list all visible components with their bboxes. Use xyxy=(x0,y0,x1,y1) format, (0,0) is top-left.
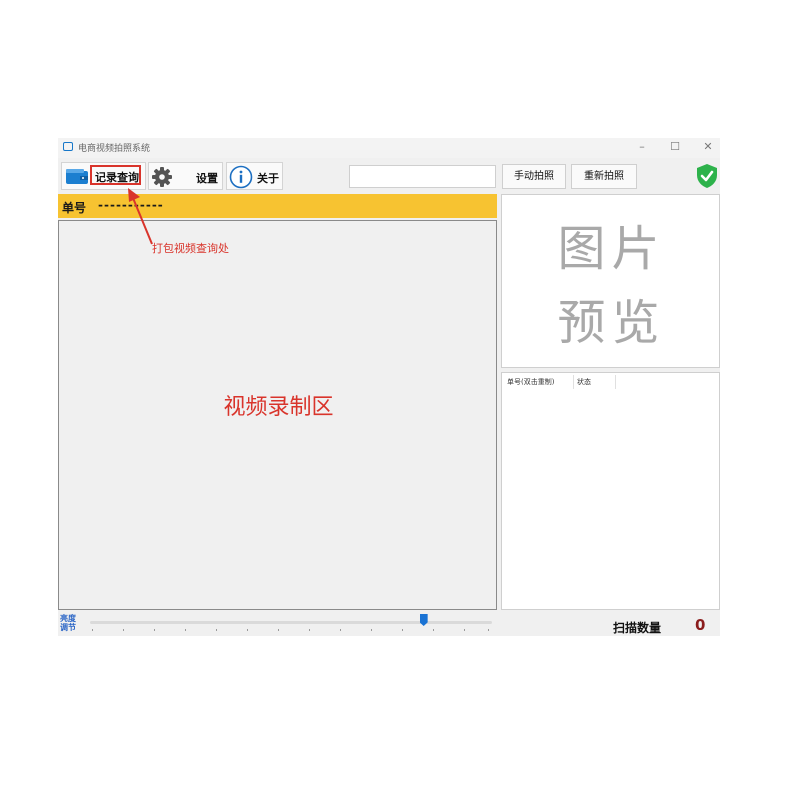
shield-check-icon xyxy=(697,164,717,188)
slider-tick xyxy=(92,629,93,631)
preview-placeholder-line1: 图片 xyxy=(557,221,666,277)
slider-tick xyxy=(464,629,465,631)
brightness-slider-track[interactable] xyxy=(90,621,492,624)
order-number-label: 单号 xyxy=(62,201,87,215)
scan-count-value: 0 xyxy=(695,616,706,634)
slider-tick xyxy=(371,629,372,631)
column-header-status[interactable]: 状态 xyxy=(574,375,616,389)
settings-button[interactable]: 设置 xyxy=(148,162,223,190)
window-title: 电商视频拍照系统 xyxy=(78,144,151,154)
annotation-arrow-icon xyxy=(128,188,153,245)
slider-tick xyxy=(433,629,434,631)
slider-tick xyxy=(123,629,124,631)
slider-tick xyxy=(278,629,279,631)
slider-tick xyxy=(216,629,217,631)
column-header-order[interactable]: 单号(双击重制) xyxy=(504,375,574,389)
slider-tick xyxy=(154,629,155,631)
slider-tick xyxy=(488,629,489,631)
about-button[interactable]: 关于 xyxy=(226,162,283,190)
video-area-label: 视频录制区 xyxy=(223,395,334,420)
slider-tick xyxy=(185,629,186,631)
minimize-button[interactable]: – xyxy=(632,139,652,155)
records-query-label: 记录查询 xyxy=(95,171,139,184)
about-label: 关于 xyxy=(257,172,279,185)
slider-tick xyxy=(309,629,310,631)
slider-tick xyxy=(340,629,341,631)
brightness-slider-thumb[interactable] xyxy=(419,614,428,626)
record-list-panel[interactable]: 单号(双击重制) 状态 xyxy=(501,372,720,610)
info-icon xyxy=(229,165,253,189)
title-bar: 电商视频拍照系统 – ☐ ✕ xyxy=(58,138,720,158)
brightness-label-line1: 亮度 xyxy=(60,614,76,623)
order-input[interactable] xyxy=(349,165,496,188)
scan-count-label: 扫描数量 xyxy=(613,621,662,635)
annotation-text: 打包视频查询处 xyxy=(152,242,229,255)
recapture-button[interactable]: 重新拍照 xyxy=(571,164,637,189)
close-button[interactable]: ✕ xyxy=(698,139,718,155)
app-logo-icon xyxy=(63,142,73,151)
gear-icon xyxy=(152,167,172,187)
manual-capture-button[interactable]: 手动拍照 xyxy=(502,164,566,189)
brightness-label: 亮度 调节 xyxy=(60,614,76,632)
status-bar: 亮度 调节 扫描数量 0 xyxy=(58,612,720,636)
preview-placeholder-line2: 预览 xyxy=(557,295,666,351)
brightness-label-line2: 调节 xyxy=(60,623,76,632)
slider-tick xyxy=(247,629,248,631)
image-preview-panel: 图片 预览 xyxy=(501,194,720,368)
wallet-icon xyxy=(66,169,88,184)
video-recording-area: 视频录制区 xyxy=(58,220,497,610)
maximize-button[interactable]: ☐ xyxy=(665,139,685,155)
slider-tick xyxy=(402,629,403,631)
app-window: 电商视频拍照系统 – ☐ ✕ 记录查询 设置 关于 手动拍照 重新拍照 单号 -… xyxy=(58,138,720,636)
settings-label: 设置 xyxy=(196,172,218,185)
records-query-button[interactable]: 记录查询 xyxy=(61,162,146,190)
